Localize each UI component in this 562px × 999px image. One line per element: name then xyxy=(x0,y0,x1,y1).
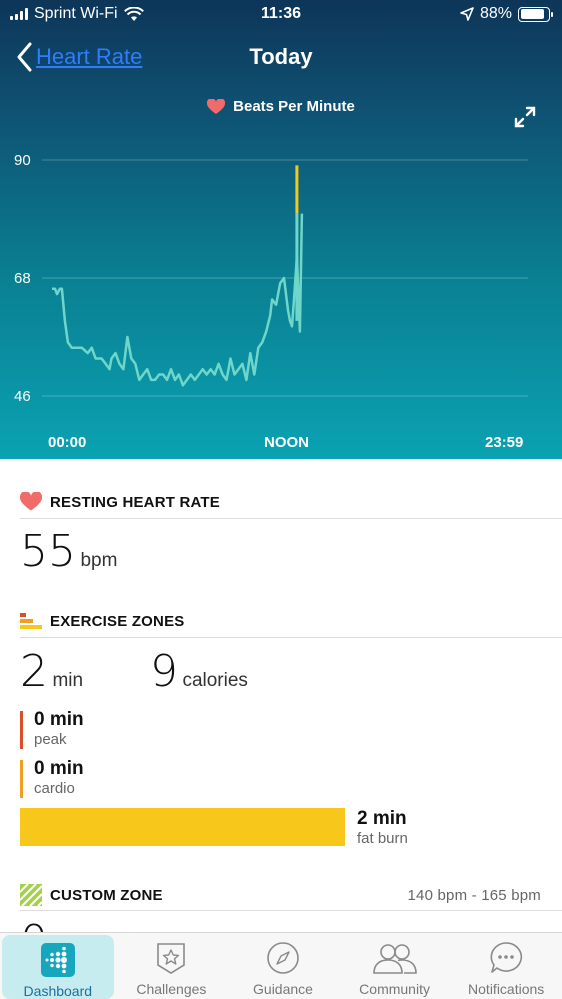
battery-level xyxy=(520,9,545,19)
page-title: Today xyxy=(249,44,313,69)
exercise-zones-title: EXERCISE ZONES xyxy=(50,612,185,630)
zone-peak: 0 min peak xyxy=(20,709,84,749)
heart-rate-chart[interactable]: 90 68 46 00:00 NOON 23:59 xyxy=(0,140,562,459)
y-tick-label: 46 xyxy=(14,388,31,405)
heart-rate-plot xyxy=(42,159,528,397)
status-bar: Sprint Wi-Fi 11:36 88% xyxy=(0,0,562,30)
divider xyxy=(20,910,562,911)
resting-bpm-number: 55 xyxy=(20,526,76,577)
tab-guidance[interactable]: Guidance xyxy=(227,933,339,999)
star-badge-icon xyxy=(157,943,186,974)
navigation-bar: Heart Rate Today xyxy=(0,38,562,78)
tab-bar: Dashboard Challenges Guidance Community … xyxy=(0,932,562,999)
chat-bubble-icon xyxy=(490,942,523,973)
exercise-minutes: 2 min xyxy=(20,646,83,697)
zone-label: fat burn xyxy=(357,830,408,847)
tab-challenges[interactable]: Challenges xyxy=(116,933,228,999)
custom-zone-range: 140 bpm - 165 bpm xyxy=(407,886,541,904)
divider xyxy=(20,637,562,638)
x-tick-label: 23:59 xyxy=(485,434,524,451)
custom-zone-title: CUSTOM ZONE xyxy=(50,886,163,904)
exercise-calories: 9 calories xyxy=(150,646,248,697)
tab-community[interactable]: Community xyxy=(339,933,451,999)
zone-color-bar xyxy=(20,711,23,749)
resting-heart-rate-header: RESTING HEART RATE xyxy=(20,492,562,512)
zones-bars-icon xyxy=(20,613,42,629)
x-tick-label: 00:00 xyxy=(48,434,87,451)
heart-icon xyxy=(207,98,226,114)
battery-icon xyxy=(518,6,553,22)
heart-icon xyxy=(20,492,42,511)
tab-label: Dashboard xyxy=(23,983,93,999)
tab-dashboard[interactable]: Dashboard xyxy=(2,935,114,999)
zone-fat-burn: 2 min fat burn xyxy=(357,808,408,847)
tab-label: Guidance xyxy=(253,981,313,997)
exercise-zones-header: EXERCISE ZONES xyxy=(20,612,562,630)
legend-label: Beats Per Minute xyxy=(233,98,355,115)
location-arrow-icon xyxy=(460,7,474,21)
resting-bpm-unit: bpm xyxy=(80,550,118,571)
striped-square-icon xyxy=(20,884,42,906)
exercise-minutes-number: 2 xyxy=(20,646,48,697)
heart-rate-header: Sprint Wi-Fi 11:36 88% Heart Rate Today … xyxy=(0,0,562,459)
zone-cardio: 0 min cardio xyxy=(20,758,84,798)
exercise-calories-number: 9 xyxy=(150,646,178,697)
zone-label: peak xyxy=(34,731,67,748)
resting-heart-rate-value: 55 bpm xyxy=(20,526,117,577)
tab-label: Challenges xyxy=(136,981,207,997)
zone-value: 0 min xyxy=(34,709,84,730)
y-tick-label: 90 xyxy=(14,152,31,169)
y-tick-label: 68 xyxy=(14,270,31,287)
fullscreen-button[interactable] xyxy=(514,106,536,133)
chart-legend: Beats Per Minute xyxy=(0,98,562,115)
x-tick-label: NOON xyxy=(264,434,309,451)
exercise-minutes-unit: min xyxy=(52,670,84,691)
custom-zone-value: 0 xyxy=(20,914,48,932)
zone-value: 2 min xyxy=(357,808,407,829)
people-icon xyxy=(372,944,417,974)
zone-label: cardio xyxy=(34,780,75,797)
compass-icon xyxy=(267,942,299,974)
custom-zone-header: CUSTOM ZONE 140 bpm - 165 bpm xyxy=(20,884,562,906)
tab-label: Notifications xyxy=(468,981,545,997)
battery-percent: 88% xyxy=(479,5,512,22)
zone-value: 0 min xyxy=(34,758,84,779)
expand-icon xyxy=(514,106,536,128)
zone-color-bar xyxy=(20,760,23,798)
exercise-calories-unit: calories xyxy=(182,670,248,691)
fat-burn-bar xyxy=(20,808,345,846)
tab-label: Community xyxy=(359,981,430,997)
tab-notifications[interactable]: Notifications xyxy=(450,933,562,999)
resting-heart-rate-title: RESTING HEART RATE xyxy=(50,493,220,511)
fitbit-logo-icon xyxy=(40,943,75,977)
custom-zone-value-clip: 0 xyxy=(20,914,48,932)
heart-rate-line xyxy=(52,213,304,387)
divider xyxy=(20,518,562,519)
